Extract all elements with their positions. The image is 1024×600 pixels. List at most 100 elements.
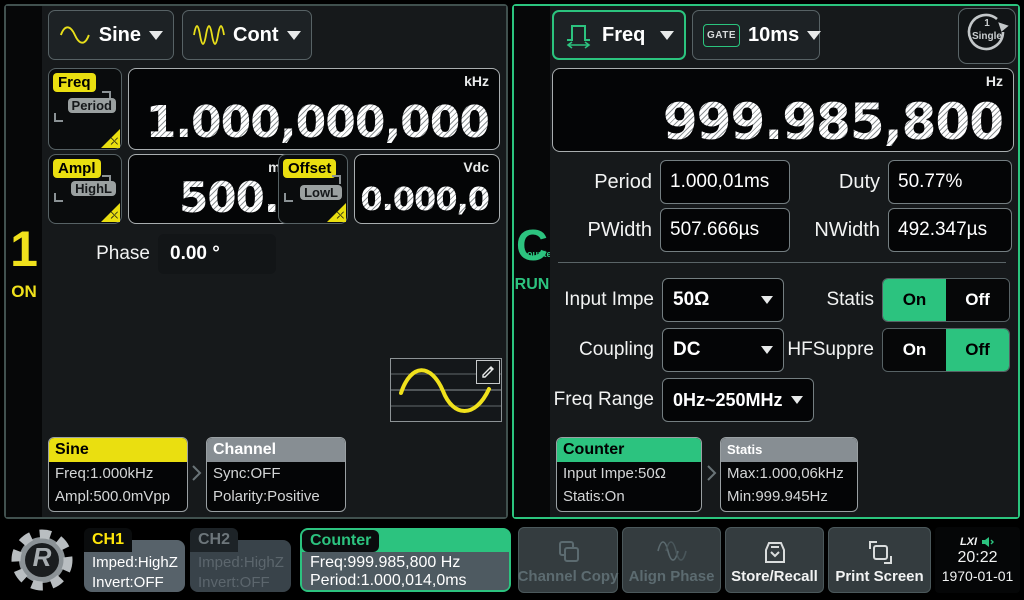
statis-info-title: Statis <box>721 438 857 462</box>
freq-range-value: 0Hz~250MHz <box>673 390 783 411</box>
input-impe-select[interactable]: 50Ω <box>662 278 784 322</box>
single-count: 1 <box>959 18 1015 29</box>
ch1-side-strip[interactable]: 1 ON <box>6 6 42 517</box>
status-icons: LXI <box>960 536 995 548</box>
single-label: Single <box>959 31 1015 42</box>
ch1-status-line: Invert:OFF <box>92 573 185 593</box>
screen: 1 ON Sine Cont Freq <box>0 0 1024 600</box>
coupling-value: DC <box>673 339 700 361</box>
counter-side-strip[interactable]: C ounter RUN <box>514 6 550 517</box>
coupling-select[interactable]: DC <box>662 328 784 372</box>
align-phase-button[interactable]: Align Phase <box>622 527 721 593</box>
sine-icon <box>59 24 91 46</box>
statis-info-line: Min:999.945Hz <box>721 485 857 508</box>
sine-info-title: Sine <box>49 438 187 462</box>
coupling-label: Coupling <box>550 328 654 372</box>
corner-mark-icon <box>54 113 63 122</box>
counter-display[interactable]: Hz 999.985,800 <box>552 68 1014 152</box>
freq-display[interactable]: kHz 1.000,000,000 <box>128 68 500 150</box>
gate-badge: GATE <box>703 24 740 47</box>
speaker-icon <box>981 536 995 548</box>
ampl-param-box[interactable]: Ampl HighL ⤬ <box>48 154 122 224</box>
clock-time: 20:22 <box>957 549 997 567</box>
statis-on-button[interactable]: On <box>883 279 946 321</box>
ch1-content: Sine Cont Freq Period ⤬ kHz <box>42 6 506 517</box>
param-corner-glyph: ⤬ <box>111 210 118 221</box>
measure-select[interactable]: Freq <box>552 10 686 60</box>
counter-unit: Hz <box>986 73 1003 89</box>
corner-mark-icon <box>54 193 63 202</box>
counter-status-title: Counter <box>302 530 379 552</box>
counter-info-line: Input Impe:50Ω <box>557 462 701 485</box>
ch2-status-line: Invert:OFF <box>198 573 291 593</box>
freq-range-select[interactable]: 0Hz~250MHz <box>662 378 814 422</box>
logo-button[interactable]: R <box>8 526 76 594</box>
cont-wave-icon <box>193 23 225 47</box>
statis-off-button[interactable]: Off <box>946 279 1009 321</box>
sine-info-line: Freq:1.000kHz <box>49 462 187 485</box>
statis-toggle: On Off <box>882 278 1010 322</box>
sine-info-box[interactable]: Sine Freq:1.000kHz Ampl:500.0mVpp <box>48 437 188 512</box>
ch2-status-box[interactable]: CH2 Imped:HighZ Invert:OFF <box>190 528 291 592</box>
chevron-right-icon <box>191 464 202 482</box>
channel-copy-label: Channel Copy <box>518 568 619 585</box>
period-alt-label: Period <box>68 98 116 113</box>
statis-info-box[interactable]: Statis Max:1.000,06kHz Min:999.945Hz <box>720 437 858 512</box>
mode-select-label: Cont <box>233 24 279 47</box>
counter-info-title: Counter <box>557 438 701 462</box>
ch1-status-title: CH1 <box>84 528 132 552</box>
store-recall-label: Store/Recall <box>731 568 818 585</box>
sine-info-line: Ampl:500.0mVpp <box>49 485 187 508</box>
phase-input[interactable]: 0.00 ° <box>158 234 276 274</box>
counter-state-badge: RUN <box>514 276 550 294</box>
offset-unit: Vdc <box>463 159 489 175</box>
offset-param-box[interactable]: Offset LowL ⤬ <box>278 154 348 224</box>
offset-value: 0.000,0 <box>360 183 489 215</box>
nwidth-label: NWidth <box>780 208 880 252</box>
hfsuppre-off-button[interactable]: Off <box>946 329 1009 371</box>
chevron-down-icon <box>287 31 301 40</box>
counter-status-box[interactable]: Counter Freq:999.985,800 Hz Period:1.000… <box>300 528 511 592</box>
counter-initial: C <box>514 224 550 268</box>
channel-info-line: Polarity:Positive <box>207 485 345 508</box>
chevron-down-icon <box>761 296 773 304</box>
print-screen-button[interactable]: Print Screen <box>828 527 931 593</box>
edit-waveform-button[interactable] <box>476 360 500 384</box>
screenshot-icon <box>829 537 930 567</box>
store-recall-button[interactable]: Store/Recall <box>725 527 824 593</box>
period-value: 1.000,01ms <box>660 160 790 204</box>
input-impe-label: Input Impe <box>550 278 654 322</box>
hfsuppre-on-button[interactable]: On <box>883 329 946 371</box>
counter-info-box[interactable]: Counter Input Impe:50Ω Statis:On <box>556 437 702 512</box>
offset-display[interactable]: Vdc 0.000,0 <box>354 154 500 224</box>
chevron-right-icon <box>706 464 717 482</box>
statis-label: Statis <box>780 278 874 322</box>
counter-panel: C ounter RUN Freq GATE 10ms <box>512 4 1020 519</box>
channel-number: 1 <box>6 224 42 274</box>
hfsuppre-toggle: On Off <box>882 328 1010 372</box>
freq-param-box[interactable]: Freq Period ⤬ <box>48 68 122 150</box>
chevron-down-icon <box>791 396 803 404</box>
mode-select[interactable]: Cont <box>182 10 312 60</box>
hfsuppre-label: HFSuppre <box>780 328 874 372</box>
nwidth-value: 492.347µs <box>888 208 1012 252</box>
chevron-down-icon <box>660 31 674 40</box>
pulse-freq-icon <box>564 21 594 49</box>
counter-content: Freq GATE 10ms 1 Single Hz 999.985,800 <box>550 6 1018 517</box>
channel-copy-button[interactable]: Channel Copy <box>518 527 618 593</box>
single-button[interactable]: 1 Single <box>958 8 1016 64</box>
ch1-status-box[interactable]: CH1 Imped:HighZ Invert:OFF <box>84 528 185 592</box>
lxi-logo: LXI <box>960 536 977 548</box>
waveform-preview[interactable] <box>390 358 502 422</box>
clock-date: 1970-01-01 <box>942 568 1014 584</box>
logo-letter: R <box>8 542 76 573</box>
ch2-status-title: CH2 <box>190 528 238 552</box>
freq-unit: kHz <box>464 73 489 89</box>
function-buttons: Channel Copy Align Phase <box>518 527 931 593</box>
phase-label: Phase <box>62 234 150 274</box>
counter-value: 999.985,800 <box>663 97 1003 147</box>
gate-select[interactable]: GATE 10ms <box>692 10 820 60</box>
counter-info-line: Statis:On <box>557 485 701 508</box>
channel-info-box[interactable]: Channel Sync:OFF Polarity:Positive <box>206 437 346 512</box>
waveform-select[interactable]: Sine <box>48 10 174 60</box>
